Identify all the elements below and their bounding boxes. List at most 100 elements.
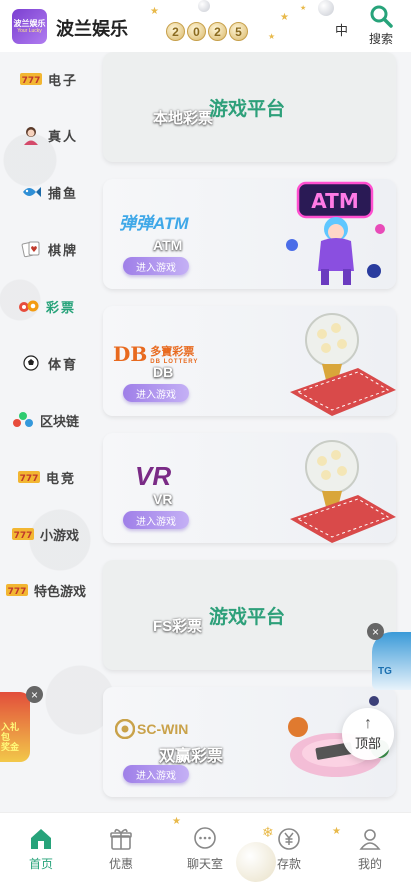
card-brand-name: VR — [153, 491, 173, 507]
vr-brand-logo: VR — [135, 461, 172, 491]
feature-game-icon: 777 — [6, 580, 28, 600]
game-card-local-lottery[interactable]: 本地彩票 游戏平台 — [103, 52, 396, 162]
star-decoration: ★ — [172, 816, 181, 827]
sidebar-item-label: 小游戏 — [40, 527, 80, 543]
sidebar-item-label: 捕鱼 — [48, 185, 79, 201]
search-label: 搜索 — [368, 32, 393, 46]
sc-win-brand-logo: SC-WIN — [115, 719, 188, 739]
arrow-up-icon: ↑ — [364, 715, 372, 732]
slot-777-icon: 777 — [20, 69, 42, 89]
fish-icon — [20, 182, 42, 202]
lottery-icon — [18, 296, 40, 316]
close-icon: × — [371, 624, 379, 639]
bottom-tab-bar: 首页 优惠 聊天室 存款 我的 — [0, 812, 411, 887]
game-card-vr[interactable]: VR VR 进入游戏 — [103, 433, 396, 543]
deco-digit: 2 — [166, 22, 185, 41]
search-icon — [370, 5, 393, 28]
tab-label: 首页 — [28, 857, 53, 871]
svg-text:ATM: ATM — [311, 189, 358, 213]
esports-icon: 777 — [18, 467, 40, 487]
sidebar-item-label: 体育 — [48, 356, 79, 372]
tab-promotions[interactable]: 优惠 — [80, 813, 162, 877]
logo-text: 波兰娱乐 — [13, 18, 46, 28]
search-button[interactable]: 搜索 — [364, 4, 398, 48]
cards-icon: ♥ — [20, 239, 42, 259]
logo-tagline: Your Lucky — [17, 27, 42, 34]
back-to-top-button[interactable]: ↑ 顶部 — [342, 708, 394, 760]
sidebar-item-blockchain[interactable]: 区块链 — [12, 400, 112, 440]
left-promo-banner[interactable]: 入礼 包 奖金 — [0, 692, 30, 762]
sc-win-logo-text: SC-WIN — [137, 721, 189, 737]
sidebar-item-label: 真人 — [48, 128, 79, 144]
new-year-decoration: 2 0 2 5 — [166, 22, 248, 44]
ornament-decoration — [236, 842, 276, 882]
deco-digit: 5 — [229, 22, 248, 41]
right-promo-banner[interactable]: TG — [372, 632, 411, 690]
enter-game-button[interactable]: 进入游戏 — [123, 765, 189, 783]
app-title: 波兰娱乐 — [56, 19, 128, 39]
svg-text:777: 777 — [8, 587, 27, 597]
ornament-decoration — [198, 0, 210, 12]
svg-text:♥: ♥ — [30, 245, 37, 254]
promo-text: 入礼 包 奖金 — [1, 722, 20, 752]
tab-home[interactable]: 首页 — [0, 813, 82, 877]
enter-game-button[interactable]: 进入游戏 — [123, 511, 189, 529]
close-icon: × — [30, 687, 38, 702]
soccer-ball-icon — [20, 353, 42, 373]
sidebar-item-label: 棋牌 — [48, 242, 79, 258]
star-decoration: ❄ — [262, 824, 274, 840]
deco-digit: 0 — [187, 22, 206, 41]
tab-label: 聊天室 — [186, 857, 223, 871]
star-decoration: ★ — [332, 826, 341, 837]
deco-digit: 2 — [208, 22, 227, 41]
atm-character-art: ATM — [286, 181, 385, 285]
svg-text:777: 777 — [20, 474, 39, 484]
tab-profile[interactable]: 我的 — [329, 813, 411, 877]
card-subtitle: FS彩票 — [153, 618, 203, 635]
yuan-icon — [278, 828, 300, 850]
lottery-machine-art — [290, 440, 396, 543]
game-card-db[interactable]: DB 多寶彩票 DB LOTTERY DB 进入游戏 — [103, 306, 396, 416]
ornament-decoration — [318, 0, 334, 16]
svg-text:777: 777 — [22, 76, 41, 86]
game-list: 本地彩票 游戏平台 弹弹ATM ATM 进入游戏 ATM DB 多寶彩票 DB … — [103, 52, 396, 812]
game-card-atm[interactable]: 弹弹ATM ATM 进入游戏 ATM — [103, 179, 396, 289]
gift-icon — [110, 828, 132, 850]
enter-game-button[interactable]: 进入游戏 — [123, 384, 189, 402]
star-decoration: ★ — [268, 32, 276, 41]
app-logo[interactable]: 波兰娱乐 Your Lucky — [12, 9, 47, 44]
sidebar-item-label: 电竞 — [46, 470, 77, 486]
sidebar-item-label: 彩票 — [46, 299, 77, 315]
back-to-top-label: 顶部 — [354, 736, 381, 751]
minigame-icon: 777 — [12, 524, 34, 544]
sc-win-logo-icon — [115, 719, 135, 739]
star-decoration: ★ — [150, 6, 159, 17]
svg-text:777: 777 — [14, 531, 33, 541]
sidebar-item-label: 电子 — [48, 72, 79, 88]
language-switch[interactable]: 中 — [335, 20, 348, 39]
game-card-fs-lottery[interactable]: FS彩票 游戏平台 — [103, 560, 396, 670]
promo-text: TG — [378, 666, 392, 677]
card-brand-name: 双赢彩票 — [159, 748, 224, 765]
card-subtitle: 本地彩票 — [153, 110, 214, 127]
tab-label: 存款 — [276, 857, 301, 871]
tab-label: 优惠 — [108, 857, 133, 871]
sidebar-item-featured[interactable]: 777 特色游戏 — [6, 570, 106, 610]
enter-game-button[interactable]: 进入游戏 — [123, 257, 189, 275]
tab-label: 我的 — [357, 857, 382, 871]
card-platform-label: 游戏平台 — [209, 607, 286, 628]
atm-brand-logo: 弹弹ATM — [119, 214, 189, 233]
home-icon — [31, 829, 51, 849]
sidebar-item-minigames[interactable]: 777 小游戏 — [12, 514, 112, 554]
star-decoration: ★ — [280, 12, 289, 23]
db-brand-logo: DB 多寶彩票 DB LOTTERY — [113, 342, 198, 366]
close-left-promo-button[interactable]: × — [26, 686, 43, 703]
card-brand-name: DB — [153, 364, 174, 380]
card-platform-label: 游戏平台 — [209, 99, 286, 120]
star-decoration: ★ — [300, 5, 307, 12]
blockchain-icon — [12, 410, 34, 430]
sidebar-item-label: 区块链 — [40, 413, 80, 429]
user-icon — [359, 829, 381, 850]
lottery-machine-art — [290, 313, 396, 416]
close-right-promo-button[interactable]: × — [367, 623, 384, 640]
